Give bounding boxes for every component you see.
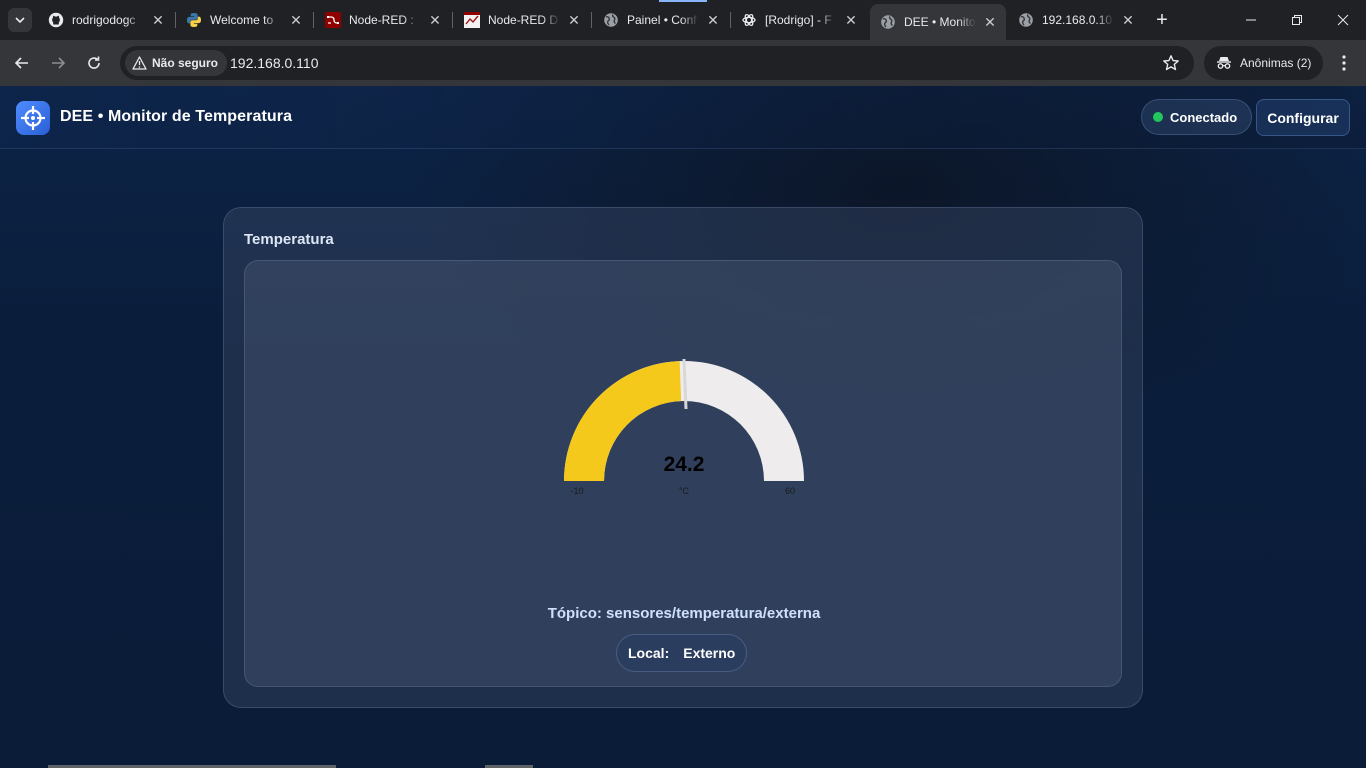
browser-tab[interactable]: Painel • Conf ✕: [593, 6, 729, 34]
gauge-panel: 24.2 °C -10 60 Tópico: sensores/temperat…: [244, 260, 1122, 687]
status-dot-icon: [1153, 112, 1163, 122]
tab-title: Painel • Conf: [627, 13, 697, 27]
tab-close-icon[interactable]: ✕: [843, 12, 859, 28]
close-icon: [1337, 14, 1349, 26]
reload-icon: [88, 56, 100, 69]
connection-status-badge: Conectado: [1141, 99, 1253, 135]
tab-search-button[interactable]: [8, 8, 32, 32]
tab-close-icon[interactable]: ✕: [288, 12, 304, 28]
app-title: DEE • Monitor de Temperatura: [60, 108, 293, 125]
tab-close-icon[interactable]: ✕: [982, 14, 998, 30]
restore-icon: [1292, 15, 1302, 25]
browser-tabstrip: rodrigodogc ✕ Welcome to ✕ Node-RED : ✕ Node-…: [0, 0, 1366, 40]
globe-icon: [603, 12, 619, 28]
app-header: DEE • Monitor de Temperatura Conectado C…: [0, 86, 1366, 149]
tab-separator: [591, 12, 592, 28]
browser-toolbar: Não seguro 192.168.0.110 Anônimas (2): [0, 40, 1366, 86]
browser-tab[interactable]: Node-RED : ✕: [315, 6, 451, 34]
more-vert-icon: [1342, 55, 1346, 71]
url-text[interactable]: 192.168.0.110: [230, 55, 319, 71]
tab-title: rodrigodogc: [72, 13, 136, 27]
location-value: Externo: [683, 645, 736, 661]
minimize-button[interactable]: [1228, 0, 1274, 40]
node-red-dashboard-icon: [464, 12, 480, 28]
node-red-icon: [325, 12, 341, 28]
temperature-gauge: 24.2 °C -10 60: [564, 358, 804, 496]
tab-separator: [313, 12, 314, 28]
security-chip-label: Não seguro: [152, 56, 219, 70]
openai-icon: [741, 12, 757, 28]
tab-title: [Rodrigo] - F: [765, 13, 832, 27]
star-icon: [1163, 55, 1179, 71]
bookmark-button[interactable]: [1162, 54, 1180, 72]
app-logo: [16, 101, 50, 135]
gauge-min-label: -10: [570, 486, 583, 496]
gauge-needle: [682, 358, 688, 410]
tab-title: DEE • Monito: [904, 15, 976, 29]
incognito-label: Anônimas (2): [1240, 56, 1312, 70]
tab-close-icon[interactable]: ✕: [1120, 12, 1136, 28]
close-window-button[interactable]: [1320, 0, 1366, 40]
new-tab-button[interactable]: +: [1150, 8, 1174, 32]
card-title: Temperatura: [244, 231, 334, 248]
tab-close-icon[interactable]: ✕: [566, 12, 582, 28]
incognito-icon: [1217, 57, 1231, 69]
address-bar[interactable]: Não seguro 192.168.0.110: [120, 46, 1194, 80]
browser-tab[interactable]: 192.168.0.10 ✕: [1008, 6, 1144, 34]
location-label: Local:: [628, 645, 670, 661]
connection-status-label: Conectado: [1170, 109, 1238, 125]
browser-tab[interactable]: rodrigodogc ✕: [38, 6, 174, 34]
warning-icon: [132, 56, 147, 70]
tab-title: Node-RED :: [349, 13, 414, 27]
arrow-right-icon: [52, 57, 66, 69]
gauge-max-label: 60: [785, 486, 795, 496]
minimize-icon: [1246, 19, 1256, 21]
tab-title: 192.168.0.10: [1042, 13, 1113, 27]
gauge-unit: °C: [679, 486, 690, 496]
gauge-value: 24.2: [664, 453, 705, 476]
chevron-down-icon: [15, 17, 25, 24]
globe-icon: [1018, 12, 1034, 28]
tab-separator: [452, 12, 453, 28]
forward-button[interactable]: [42, 47, 74, 79]
browser-tab[interactable]: Node-RED D ✕: [454, 6, 590, 34]
temperature-card: Temperatura 24.2 °C -10 60 Tópico: senso…: [223, 207, 1143, 708]
tab-close-icon[interactable]: ✕: [427, 12, 443, 28]
mqtt-topic-text: Tópico: sensores/temperatura/externa: [547, 605, 821, 622]
github-icon: [48, 12, 64, 28]
incognito-indicator[interactable]: Anônimas (2): [1204, 46, 1324, 80]
crosshair-icon: [21, 106, 45, 130]
tab-title: Node-RED D: [488, 13, 559, 27]
configure-button[interactable]: Configurar: [1256, 99, 1350, 136]
loading-indicator: [659, 0, 707, 2]
python-icon: [186, 12, 202, 28]
back-button[interactable]: [6, 47, 38, 79]
location-badge: Local: Externo: [616, 634, 748, 672]
reload-button[interactable]: [78, 47, 110, 79]
globe-icon: [880, 14, 896, 30]
tab-title: Welcome to: [210, 13, 274, 27]
browser-tab[interactable]: [Rodrigo] - F ✕: [731, 6, 867, 34]
security-chip[interactable]: Não seguro: [125, 50, 228, 76]
browser-tab[interactable]: Welcome to ✕: [176, 6, 312, 34]
page-viewport: DEE • Monitor de Temperatura Conectado C…: [0, 86, 1366, 768]
tab-close-icon[interactable]: ✕: [705, 12, 721, 28]
browser-tab[interactable]: DEE • Monito ✕: [870, 4, 1006, 40]
browser-menu-button[interactable]: [1330, 49, 1358, 77]
arrow-left-icon: [14, 57, 28, 69]
tab-close-icon[interactable]: ✕: [150, 12, 166, 28]
restore-button[interactable]: [1274, 0, 1320, 40]
